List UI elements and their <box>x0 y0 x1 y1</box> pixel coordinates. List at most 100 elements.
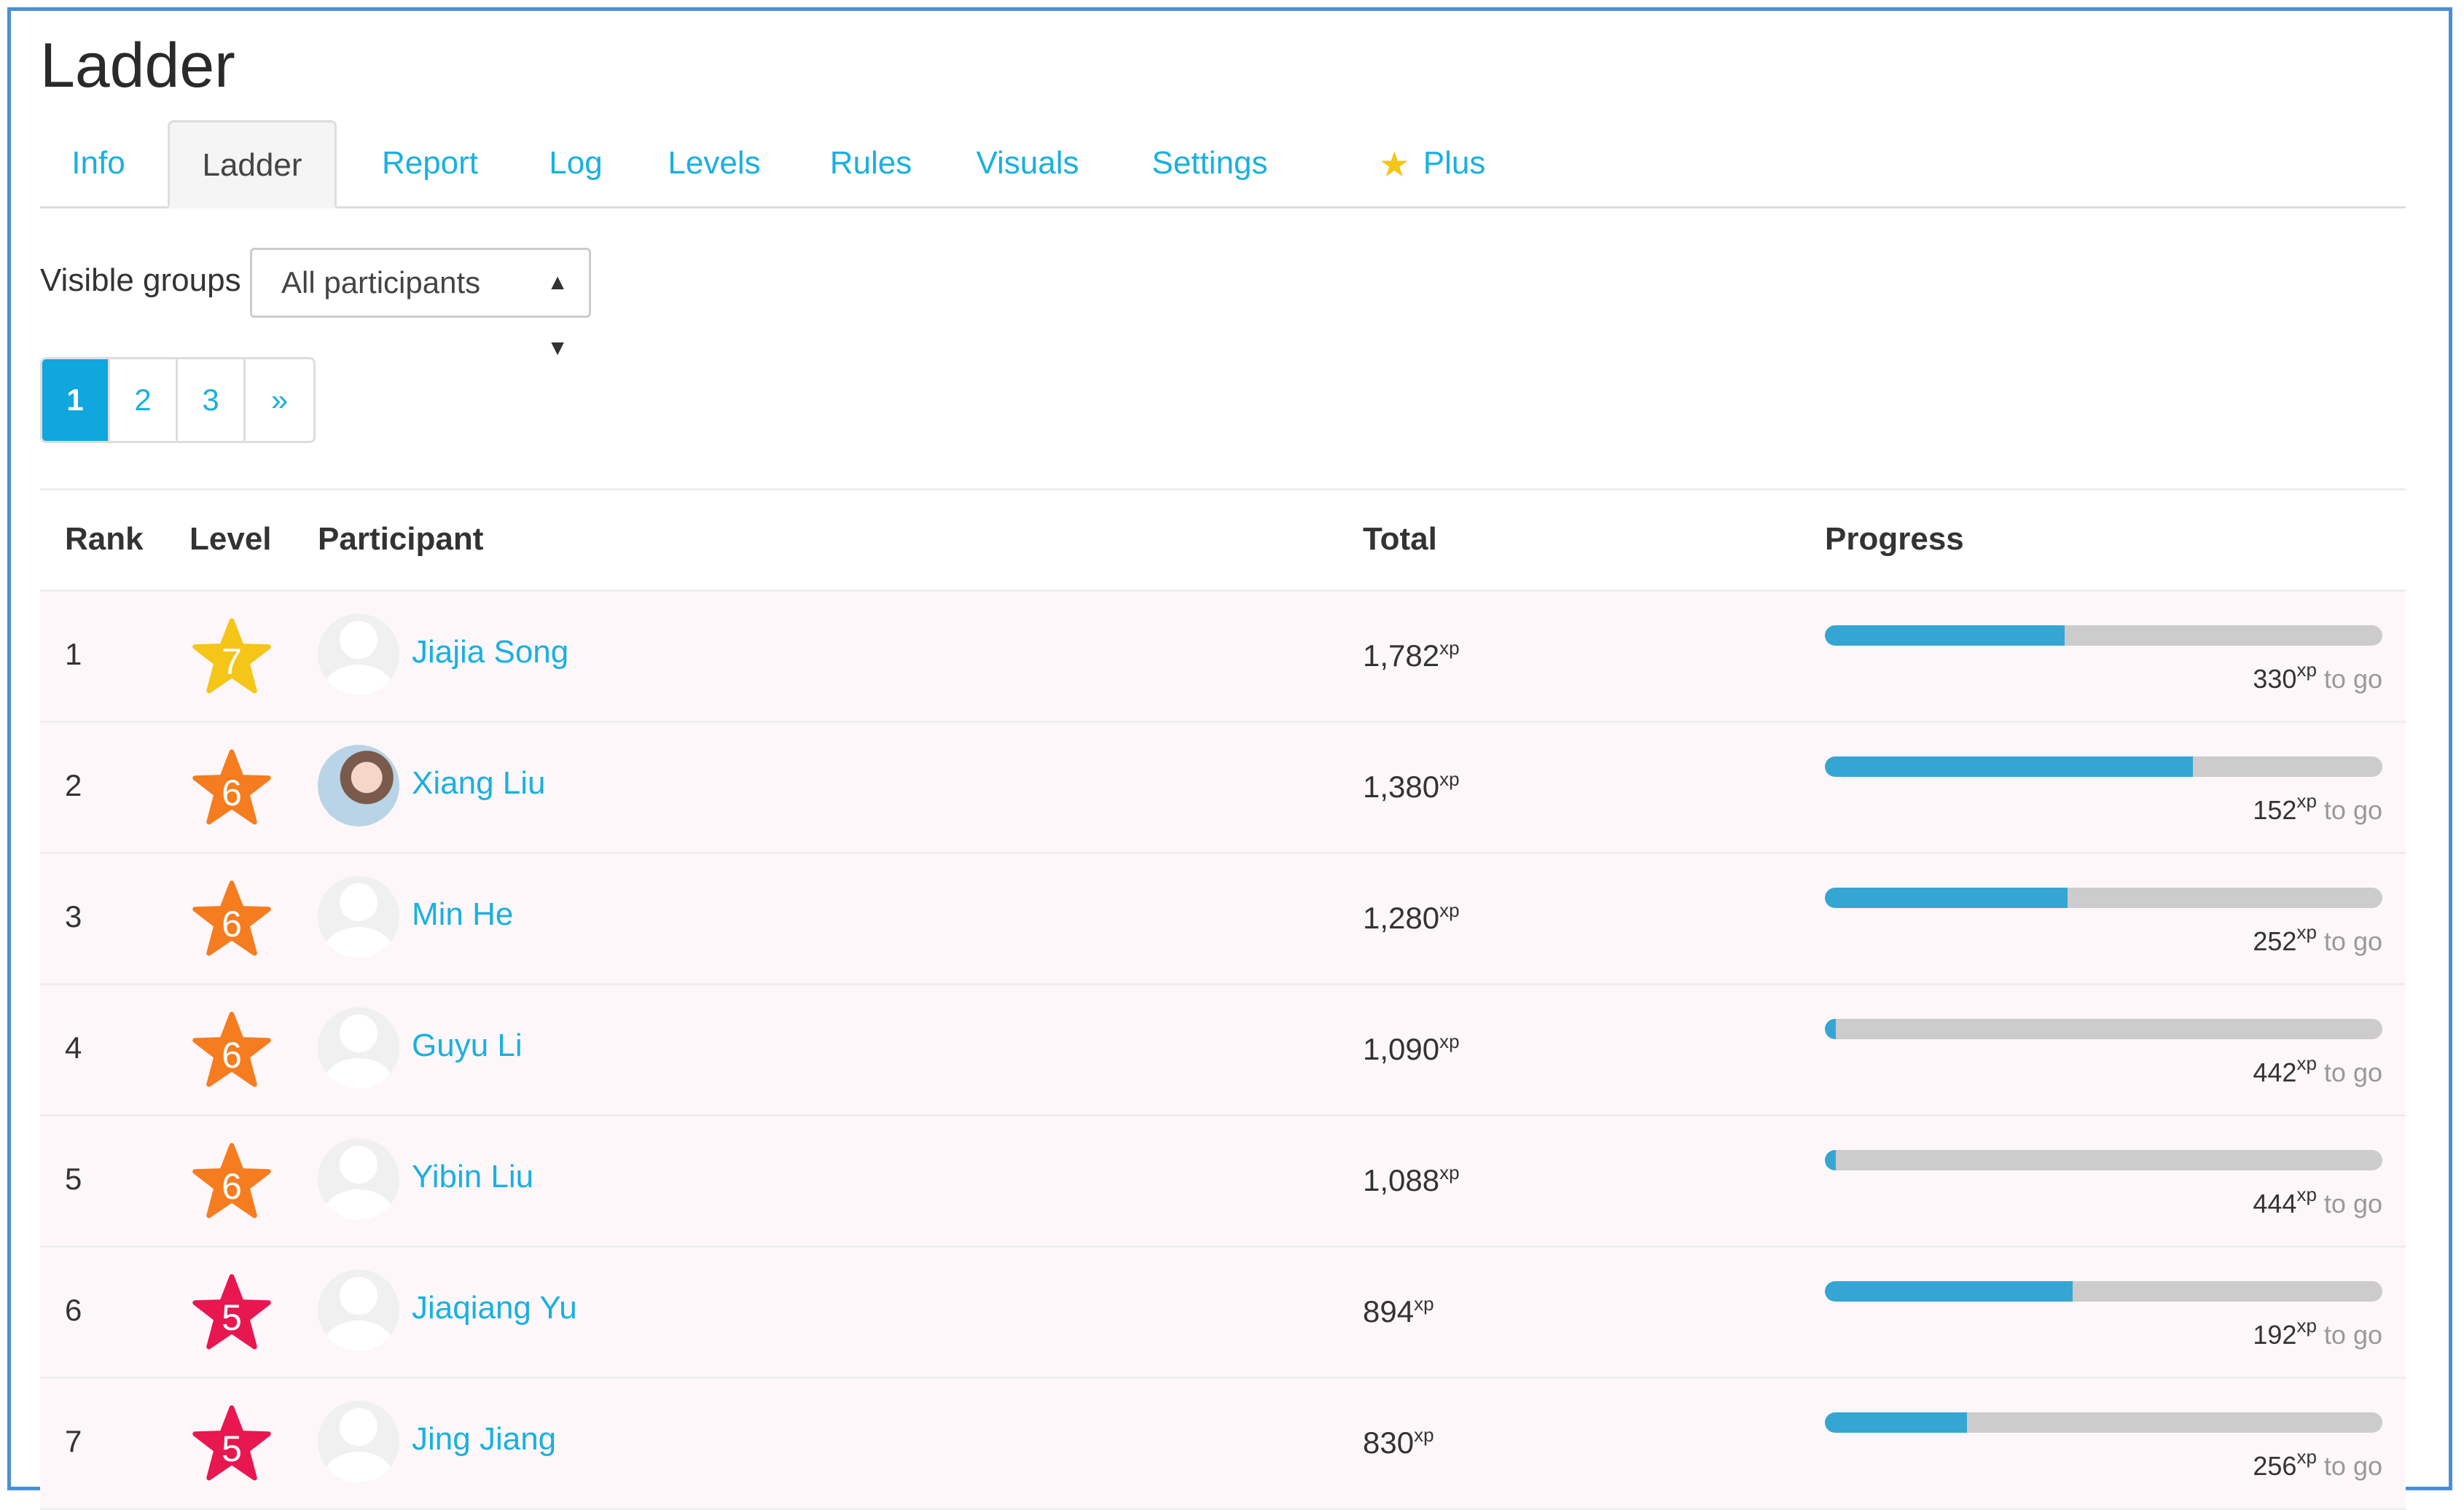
togo-label: to go <box>2323 1189 2382 1218</box>
next-page-button[interactable]: » <box>246 359 313 441</box>
tab-ladder[interactable]: Ladder <box>168 120 337 208</box>
togo-label: to go <box>2323 1057 2382 1087</box>
visible-groups-value: All participants <box>281 265 481 300</box>
table-row: 2 6 Xiang Liu 1,380xp 152xp to go <box>40 723 2406 854</box>
level-star-icon: 5 <box>189 1403 274 1484</box>
level-number: 6 <box>222 1035 242 1076</box>
xp-to-go: 256xp to go <box>2253 1446 2382 1482</box>
participant-link[interactable]: Yibin Liu <box>412 1159 533 1195</box>
app-frame: Ladder Info Ladder Report Log Levels Rul… <box>7 7 2452 1510</box>
progress-bar <box>1825 1281 2382 1302</box>
level-star-icon: 6 <box>189 747 274 829</box>
togo-value: 256 <box>2253 1451 2297 1481</box>
tab-rules[interactable]: Rules <box>802 120 940 206</box>
tab-report[interactable]: Report <box>346 120 514 206</box>
avatar-head <box>340 1408 378 1446</box>
tab-settings[interactable]: Settings <box>1119 120 1301 206</box>
xp-unit: xp <box>1439 1030 1460 1052</box>
togo-label: to go <box>2323 1320 2382 1350</box>
total-value: 1,090 <box>1363 1032 1440 1066</box>
level-number: 5 <box>222 1297 242 1338</box>
togo-value: 152 <box>2253 795 2297 825</box>
rank-cell: 3 <box>65 899 82 934</box>
participant-link[interactable]: Jiaqiang Yu <box>412 1290 577 1326</box>
xp-unit: xp <box>1439 768 1460 790</box>
participant-link[interactable]: Jing Jiang <box>412 1421 556 1458</box>
xp-unit: xp <box>1439 1162 1460 1184</box>
total-value: 1,380 <box>1363 770 1440 804</box>
avatar-head <box>340 621 378 659</box>
tab-bar: Info Ladder Report Log Levels Rules Visu… <box>40 120 2406 208</box>
total-value: 830 <box>1363 1425 1415 1460</box>
level-star-icon: 5 <box>189 1272 274 1353</box>
ladder-table: Rank Level Participant Total Progress 1 7… <box>40 488 2406 1510</box>
header-rank: Rank <box>65 521 144 557</box>
select-caret-icon: ▲ ▼ <box>547 270 568 360</box>
avatar-head <box>340 1146 378 1184</box>
xp-unit: xp <box>2296 921 2317 943</box>
avatar-head <box>340 1277 378 1315</box>
visible-groups-select[interactable]: All participants ▲ ▼ <box>250 248 591 360</box>
xp-unit: xp <box>1439 637 1460 659</box>
level-star-icon: 6 <box>189 878 274 960</box>
xp-unit: xp <box>2296 1315 2317 1337</box>
header-total: Total <box>1363 521 1437 557</box>
participant-link[interactable]: Min He <box>412 896 513 933</box>
xp-to-go: 152xp to go <box>2253 790 2382 826</box>
avatar-shoulders <box>324 1058 394 1089</box>
table-row: 7 5 Jing Jiang 830xp 256xp to go <box>40 1379 2406 1510</box>
togo-value: 442 <box>2253 1057 2297 1087</box>
total-value: 1,782 <box>1363 638 1440 673</box>
tab-visuals[interactable]: Visuals <box>947 120 1108 206</box>
page-2-button[interactable]: 2 <box>110 359 178 441</box>
page-title: Ladder <box>40 31 235 101</box>
default-avatar <box>318 876 399 958</box>
header-level: Level <box>189 521 272 557</box>
avatar-shoulders <box>324 927 394 958</box>
participant-link[interactable]: Xiang Liu <box>412 765 545 802</box>
total-value: 894 <box>1363 1294 1415 1329</box>
table-row: 1 7 Jiajia Song 1,782xp 330xp to go <box>40 592 2406 723</box>
table-row: 3 6 Min He 1,280xp 252xp to go <box>40 854 2406 985</box>
total-value: 1,280 <box>1363 901 1440 935</box>
level-star-icon: 6 <box>189 1009 274 1091</box>
page-3-button[interactable]: 3 <box>178 359 246 441</box>
tab-info[interactable]: Info <box>40 120 157 206</box>
pagination: 1 2 3 » <box>40 357 316 443</box>
avatar-head <box>340 883 378 921</box>
togo-value: 252 <box>2253 926 2297 956</box>
tab-plus[interactable]: ★ Plus <box>1356 120 1509 206</box>
default-avatar <box>318 1401 399 1482</box>
total-xp: 894xp <box>1363 1293 1434 1329</box>
level-number: 6 <box>222 904 242 944</box>
star-icon: ★ <box>1378 146 1410 184</box>
togo-value: 330 <box>2253 664 2297 694</box>
xp-unit: xp <box>2296 1052 2317 1074</box>
xp-to-go: 252xp to go <box>2253 921 2382 957</box>
page-1-button[interactable]: 1 <box>42 359 110 441</box>
level-number: 6 <box>222 772 242 813</box>
rank-cell: 7 <box>65 1424 82 1458</box>
progress-bar <box>1825 888 2382 908</box>
default-avatar <box>318 1270 399 1351</box>
total-xp: 1,280xp <box>1363 899 1460 936</box>
tab-log[interactable]: Log <box>521 120 630 206</box>
avatar-shoulders <box>324 665 394 695</box>
table-row: 5 6 Yibin Liu 1,088xp 444xp to go <box>40 1116 2406 1248</box>
rank-cell: 2 <box>65 768 82 802</box>
xp-unit: xp <box>1414 1424 1434 1446</box>
level-number: 5 <box>222 1428 242 1469</box>
xp-to-go: 330xp to go <box>2253 659 2382 695</box>
participant-link[interactable]: Guyu Li <box>412 1028 523 1064</box>
default-avatar <box>318 1138 399 1220</box>
tab-levels[interactable]: Levels <box>638 120 791 206</box>
participant-link[interactable]: Jiajia Song <box>412 634 568 670</box>
rank-cell: 6 <box>65 1293 82 1327</box>
togo-label: to go <box>2323 1451 2382 1481</box>
xp-unit: xp <box>1414 1293 1434 1315</box>
table-row: 4 6 Guyu Li 1,090xp 442xp to go <box>40 985 2406 1116</box>
progress-fill <box>1825 888 2068 908</box>
progress-fill <box>1825 625 2065 646</box>
default-avatar <box>318 614 399 695</box>
progress-fill <box>1825 1019 1837 1039</box>
